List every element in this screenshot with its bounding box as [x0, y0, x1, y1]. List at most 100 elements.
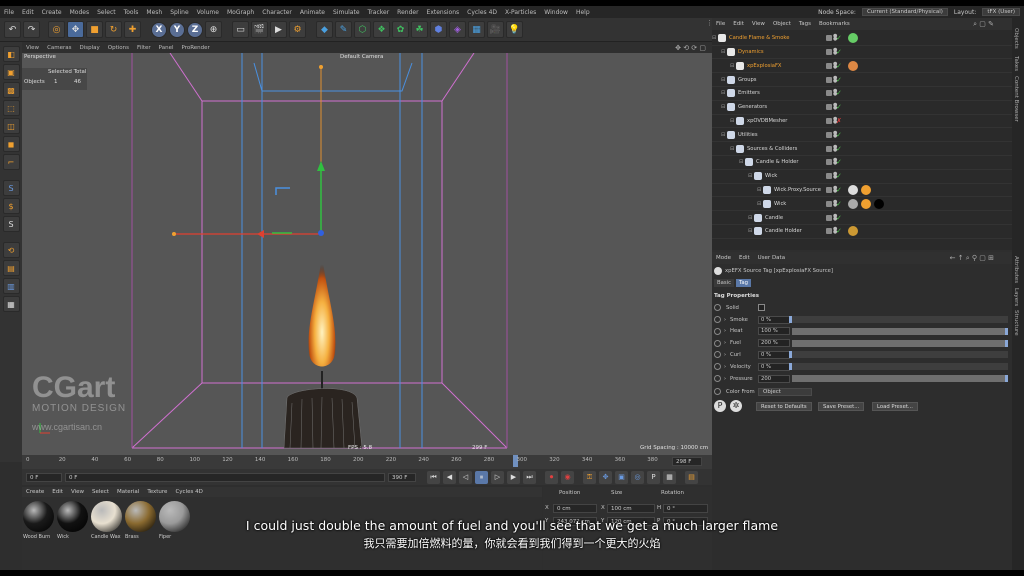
go-to-start-icon[interactable]: ⏮ — [427, 470, 440, 484]
timeline-window-icon[interactable]: ▤ — [685, 470, 698, 484]
object-visibility-checkbox[interactable] — [826, 173, 832, 180]
smoke-value-field[interactable]: 0 % — [758, 315, 790, 324]
object-enabled-check-icon[interactable]: ✓ — [836, 200, 842, 208]
smoke-slider[interactable] — [789, 316, 1008, 323]
edges-mode-icon[interactable]: ◫ — [2, 118, 20, 134]
tree-expander-icon[interactable]: ⊟ — [748, 215, 752, 221]
object-row[interactable]: ⊟ Wick ● ● ✓ — [712, 170, 1012, 184]
smoke-expand-icon[interactable]: › — [724, 317, 726, 323]
tab-content-browser[interactable]: Content Browser — [1013, 76, 1019, 122]
curl-expand-icon[interactable]: › — [724, 352, 726, 358]
pressure-slider[interactable] — [792, 375, 1008, 382]
velocity-anim-icon[interactable] — [714, 363, 721, 371]
points-mode-icon[interactable]: ⬚ — [2, 100, 20, 116]
object-enabled-check-icon[interactable]: ✓ — [836, 227, 842, 235]
object-row[interactable]: ⊟ xpOVDBMesher ● ● ✗ — [712, 115, 1012, 129]
menu-cycles-4d[interactable]: Cycles 4D — [463, 9, 501, 16]
tree-expander-icon[interactable]: ⊟ — [757, 187, 761, 193]
object-visibility-checkbox[interactable] — [826, 228, 832, 235]
heat-value-field[interactable]: 100 % — [758, 327, 790, 336]
load-preset-button[interactable]: Load Preset... — [872, 402, 918, 411]
object-enabled-check-icon[interactable]: ✓ — [836, 131, 842, 139]
grid-icon[interactable]: ▤ — [2, 260, 20, 276]
object-tag-icon[interactable] — [874, 198, 884, 209]
render-view-icon[interactable]: 🎬 — [251, 21, 268, 38]
tree-expander-icon[interactable]: ⊟ — [721, 132, 725, 138]
viewport-menu-options[interactable]: Options — [104, 45, 133, 51]
move-tool-icon[interactable]: ✥ — [67, 21, 84, 38]
scale-tool-icon[interactable]: ■ — [86, 21, 103, 38]
fuel-anim-icon[interactable] — [714, 339, 721, 347]
object-row[interactable]: ⊟ Utilities ● ● ✓ — [712, 129, 1012, 143]
go-to-end-icon[interactable]: ⏭ — [523, 470, 536, 484]
material-menu-create[interactable]: Create — [22, 489, 48, 495]
object-tag-icon[interactable] — [848, 198, 858, 209]
tree-expander-icon[interactable]: ⊟ — [721, 104, 725, 110]
rotation-key-icon[interactable]: ◎ — [631, 470, 644, 484]
pressure-anim-icon[interactable] — [714, 375, 721, 382]
pressure-slider-handle[interactable] — [1005, 375, 1008, 382]
solo-icon[interactable]: ▥ — [2, 278, 20, 294]
next-frame-icon[interactable]: ▷ — [491, 470, 504, 484]
menu-volume[interactable]: Volume — [193, 9, 223, 16]
tab-attributes[interactable]: Attributes — [1013, 256, 1019, 283]
coord-x-size[interactable]: 100 cm — [607, 504, 655, 513]
object-visibility-checkbox[interactable] — [826, 76, 832, 83]
menu-edit[interactable]: Edit — [18, 9, 38, 16]
preset-icon[interactable]: P — [714, 400, 726, 412]
object-row[interactable]: ⊟ Emitters ● ● ✓ — [712, 87, 1012, 101]
object-enabled-check-icon[interactable]: ✓ — [836, 48, 842, 56]
tag-icon[interactable]: ◈ — [449, 21, 466, 38]
object-menu-view[interactable]: View — [748, 21, 769, 27]
fuel-slider-handle[interactable] — [1005, 339, 1008, 347]
redo-icon[interactable]: ↷ — [23, 21, 40, 38]
viewport-nav-icons[interactable]: ✥ ⟲ ⟳ ▢ — [675, 44, 706, 52]
menu-character[interactable]: Character — [258, 9, 296, 16]
polygons-mode-icon[interactable]: ◼ — [2, 136, 20, 152]
object-row[interactable]: ⊟ Candle Holder ● ● ✓ — [712, 225, 1012, 239]
viewport-menu-filter[interactable]: Filter — [133, 45, 155, 51]
fuel-expand-icon[interactable]: › — [724, 340, 726, 346]
attribute-menu-mode[interactable]: Mode — [712, 255, 735, 261]
viewport-menu-view[interactable]: View — [22, 45, 43, 51]
object-row[interactable]: ⊟ Candle Flame & Smoke ● ● ✓ — [712, 32, 1012, 46]
menu-extensions[interactable]: Extensions — [423, 9, 464, 16]
heat-slider[interactable] — [792, 327, 1008, 335]
menu-create[interactable]: Create — [38, 9, 66, 16]
heat-anim-icon[interactable] — [714, 327, 721, 335]
workplane-icon[interactable]: S — [2, 216, 20, 232]
tree-expander-icon[interactable]: ⊟ — [712, 35, 716, 41]
field-icon[interactable]: ☘ — [411, 21, 428, 38]
fuel-value-field[interactable]: 200 % — [758, 339, 790, 348]
solid-checkbox[interactable] — [758, 304, 765, 311]
object-row[interactable]: ⊟ Wick.Proxy.Source ● ● ✓ — [712, 184, 1012, 198]
solid-anim-icon[interactable] — [714, 304, 721, 311]
pressure-expand-icon[interactable]: › — [724, 376, 726, 382]
pen-icon[interactable]: ✎ — [335, 21, 352, 38]
rotate-tool-icon[interactable]: ↻ — [105, 21, 122, 38]
velocity-slider-handle[interactable] — [789, 363, 792, 371]
viewport-menu-prorender[interactable]: ProRender — [178, 45, 214, 51]
floor-icon[interactable]: ▦ — [468, 21, 485, 38]
tab-takes[interactable]: Takes — [1013, 56, 1019, 71]
snap-settings-icon[interactable]: $ — [2, 198, 20, 214]
object-enabled-check-icon[interactable]: ✓ — [836, 172, 842, 180]
velocity-expand-icon[interactable]: › — [724, 364, 726, 370]
render-picture-viewer-icon[interactable]: ▶ — [270, 21, 287, 38]
tree-expander-icon[interactable]: ⊟ — [721, 77, 725, 83]
auto-key-icon[interactable]: ◉ — [561, 470, 574, 484]
tree-expander-icon[interactable]: ⊟ — [721, 90, 725, 96]
tree-expander-icon[interactable]: ⊟ — [748, 228, 752, 234]
tree-expander-icon[interactable]: ⊟ — [748, 173, 752, 179]
subdivision-icon[interactable]: ⬡ — [354, 21, 371, 38]
object-tag-icon[interactable] — [861, 198, 871, 209]
smoke-anim-icon[interactable] — [714, 316, 721, 323]
menu-x-particles[interactable]: X-Particles — [501, 9, 540, 16]
tab-layers[interactable]: Layers — [1013, 288, 1019, 306]
object-manager-search-icon[interactable]: ⌕ ▢ ✎ — [973, 20, 994, 29]
object-menu-edit[interactable]: Edit — [729, 21, 748, 27]
object-visibility-checkbox[interactable] — [826, 145, 832, 152]
tree-expander-icon[interactable]: ⊟ — [730, 146, 734, 152]
object-enabled-check-icon[interactable]: ✓ — [836, 89, 842, 97]
prev-key-icon[interactable]: ◀ — [443, 470, 456, 484]
